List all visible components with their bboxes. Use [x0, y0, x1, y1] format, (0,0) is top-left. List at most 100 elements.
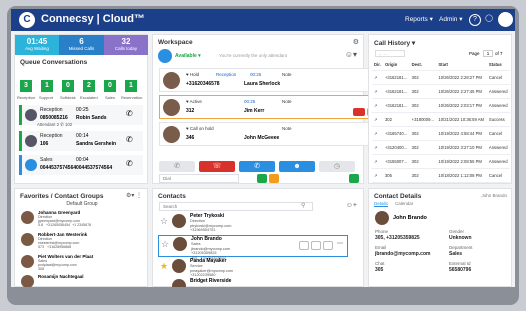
dial-extra-button[interactable] [269, 174, 279, 183]
queue-count-softdesk[interactable]: 0 [62, 80, 74, 92]
chat-contact-button[interactable] [323, 241, 333, 250]
history-cell: 10/19/2022 3:27:10 PM [436, 140, 487, 155]
hangup-button[interactable] [353, 108, 365, 116]
caller-avatar [163, 99, 180, 116]
favorite-item[interactable]: Rosamijn Nachtegaal [19, 273, 135, 287]
user-avatar[interactable] [498, 12, 513, 27]
dial-input[interactable] [159, 174, 239, 183]
call-button[interactable]: ✆ [159, 161, 195, 172]
menu-reports[interactable]: Reports ▾ [405, 15, 433, 23]
call-card-hold[interactable]: ♥ Hold +31620346578 Reception 00:25 Laur… [159, 68, 384, 92]
contacts-search-input[interactable] [159, 202, 313, 211]
col-status[interactable]: Status [486, 60, 510, 71]
history-cell: 302 [409, 98, 437, 113]
help-icon[interactable]: ? [469, 14, 481, 26]
field-value[interactable]: 305, +31205359825 [375, 235, 420, 241]
call-state: ♥ Active [186, 99, 202, 104]
stat-value: 6 [79, 37, 84, 46]
favorite-item[interactable]: Johanna Greenyard Direction jgreenyard@m… [19, 209, 135, 231]
col-origin[interactable]: Origin [382, 60, 410, 71]
contact-item-selected[interactable]: ☆ John Brando Sales jbrando@mycomp.com +… [158, 235, 348, 260]
history-cell: Cancel [486, 168, 510, 183]
contact-item[interactable]: ★ Panda Mayaker Service pmayaker@mycomp.… [158, 258, 348, 279]
call-note[interactable]: Note [282, 72, 292, 77]
history-cell: ↗ [372, 126, 383, 141]
call-note[interactable]: Note [282, 99, 292, 104]
add-user-icon[interactable]: ☺▾ [345, 50, 357, 59]
star-icon[interactable]: ★ [160, 261, 168, 272]
stat-calls-today[interactable]: 32 Calls today [104, 35, 148, 55]
page-input[interactable]: 1 [483, 50, 493, 57]
transfer-button[interactable]: ✆ [239, 161, 275, 172]
transfer-icon[interactable]: ✆ [126, 159, 133, 168]
app-title: Connecsy | Cloud™ [41, 13, 145, 25]
history-cell: ↗ [372, 112, 383, 127]
call-card-on-hold[interactable]: ♥ Call on hold 346 John McGeeee Note [159, 122, 384, 146]
settings-icon[interactable]: ⚙▾ ⋮ [126, 192, 142, 199]
app-screen: C Connecsy | Cloud™ Reports ▾ Admin ▾ ? … [11, 9, 515, 287]
agent-row[interactable]: Reception 106 00:14 Sandra Gershein ✆ [19, 131, 143, 151]
history-row[interactable]: ↗ +3162181... 302 10/26/2022 2:28:27 PM Canc… [372, 70, 510, 85]
queue-label: Escalated [80, 95, 98, 100]
queue-count-reception[interactable]: 3 [20, 80, 32, 92]
stat-label: Calls today [114, 46, 138, 51]
tab-calendar[interactable]: Calendar [395, 201, 413, 206]
history-row[interactable]: ↗ 305 302 10/18/2022 1:12:08 PM Cancel [372, 168, 510, 183]
top-bar: C Connecsy | Cloud™ Reports ▾ Admin ▾ ? … [11, 9, 515, 31]
end-call-button[interactable]: ☏ [199, 161, 235, 172]
contact-details-panel: Contact Details John Brando Details Cale… [368, 188, 512, 287]
queue-count-reservation[interactable]: 1 [125, 80, 137, 92]
field-value[interactable]: jbrando@mycomp.com [375, 251, 430, 257]
bell-icon[interactable]: ◯ [483, 14, 495, 26]
call-queue: Reception [216, 72, 237, 77]
history-row[interactable]: ↗ +3155007... 302 10/19/2022 2:08:55 PM Answ… [372, 154, 510, 169]
add-contact-icon[interactable]: ☺+ [346, 202, 357, 209]
timer-button[interactable]: ◷ [319, 161, 355, 172]
col-start[interactable]: Start [436, 60, 487, 71]
favorite-avatar [21, 255, 34, 268]
history-row[interactable]: ↗ +3120400... 302 10/19/2022 3:27:10 PM Answ… [372, 140, 510, 155]
favorite-item[interactable]: Piet Wolters van der Plaat Sales pvdplaa… [19, 253, 135, 275]
call-number: +31620346578 [186, 81, 220, 87]
call-contact-button[interactable] [299, 241, 309, 250]
queue-count-support[interactable]: 1 [41, 80, 53, 92]
contact-item[interactable]: Bridget Riverside [158, 278, 348, 287]
favorite-item[interactable]: Robbert-Jan Westerink Direction rwesteri… [19, 231, 135, 253]
col-dest[interactable]: Dest. [409, 60, 437, 71]
gear-icon[interactable]: ⚙ [353, 38, 359, 46]
col-dir[interactable]: Dir. [372, 60, 383, 71]
more-icon[interactable]: ⋯ [337, 240, 343, 247]
history-filter-input[interactable]: ← → [375, 50, 405, 57]
call-note[interactable]: Note [282, 126, 292, 131]
history-row[interactable]: ↗ +3162181... 302 10/26/2022 2:27:45 PM Answ… [372, 84, 510, 99]
star-icon[interactable]: ☆ [160, 216, 168, 227]
download-button[interactable] [349, 174, 359, 183]
field-value[interactable]: 305 [375, 267, 383, 273]
transfer-icon[interactable]: ✆ [126, 135, 133, 144]
tab-details[interactable]: Details [374, 201, 388, 207]
mail-contact-button[interactable] [311, 241, 321, 250]
status-dropdown[interactable]: Available ▾ [175, 53, 201, 59]
stat-missed-calls[interactable]: 6 Missed Calls [59, 35, 104, 55]
conference-button[interactable]: ☻ [279, 161, 315, 172]
queue-count-sales[interactable]: 0 [104, 80, 116, 92]
history-title[interactable]: Call History ▾ [374, 39, 415, 47]
history-cell: +3162181... [382, 84, 410, 99]
call-card-active[interactable]: ♥ Active 312 00:25 Jim Kerr Note [159, 95, 384, 119]
stat-value: 32 [121, 37, 131, 46]
stat-label: Missed Calls [68, 46, 95, 51]
contact-item[interactable]: ☆ Peter Trykoski Direction ptrykoski@myc… [158, 213, 348, 234]
transfer-icon[interactable]: ✆ [126, 109, 133, 118]
history-row[interactable]: ↗ +3162181... 302 10/26/2022 2:03:17 PM Answ… [372, 98, 510, 113]
history-row[interactable]: ↗ 302 +3180009... 10/21/2022 10:36:59 AM Suc… [372, 112, 510, 127]
search-icon[interactable]: ⚲ [301, 202, 305, 209]
history-cell: 302 [409, 168, 437, 183]
queue-count-escalated[interactable]: 2 [83, 80, 95, 92]
dial-call-button[interactable] [257, 174, 267, 183]
history-row[interactable]: ↗ +3165740... 302 10/19/2022 4:58:44 PM Canc… [372, 126, 510, 141]
star-icon[interactable]: ☆ [161, 239, 169, 250]
agent-row[interactable]: Sales 0044537574564 00:04 0044537574564 … [19, 155, 143, 175]
menu-admin[interactable]: Admin ▾ [439, 15, 463, 23]
agent-avatar [25, 135, 37, 147]
call-time: 00:25 [250, 72, 262, 77]
